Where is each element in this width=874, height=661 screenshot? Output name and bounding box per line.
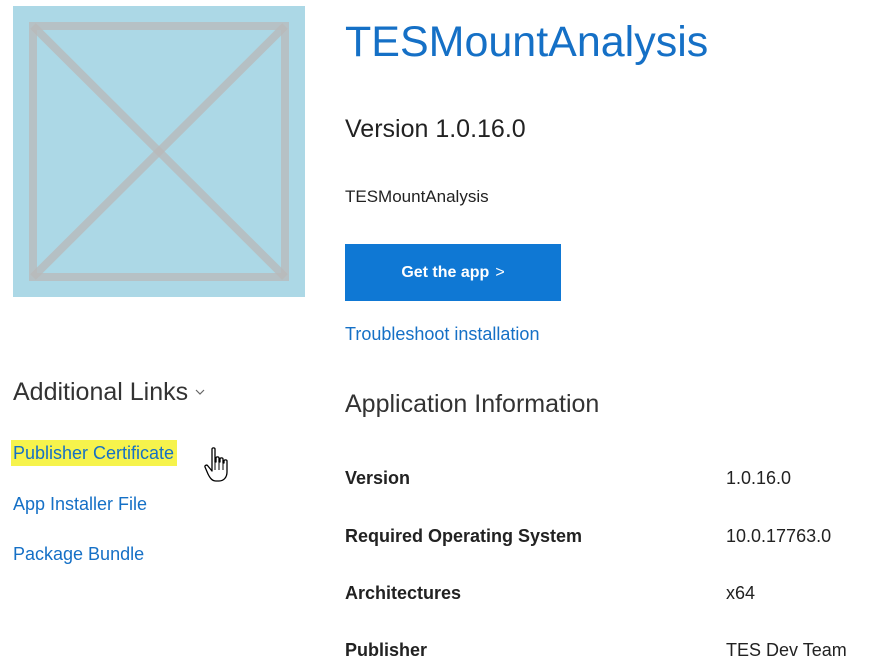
get-the-app-label: Get the app — [401, 263, 490, 281]
package-bundle-link[interactable]: Package Bundle — [13, 541, 144, 567]
info-value-required-os: 10.0.17763.0 — [726, 526, 832, 546]
publisher-certificate-link[interactable]: Publisher Certificate — [11, 440, 178, 466]
info-label-publisher: Publisher — [345, 640, 428, 660]
additional-links-label: Additional Links — [13, 378, 189, 406]
chevron-down-icon — [195, 389, 205, 395]
hand-pointer-cursor-icon — [204, 447, 228, 482]
app-logo-placeholder — [13, 6, 305, 297]
get-the-app-button[interactable]: Get the app > — [345, 244, 561, 301]
info-value-version: 1.0.16.0 — [726, 468, 792, 488]
info-value-architectures: x64 — [726, 583, 756, 603]
image-placeholder-icon — [13, 6, 305, 297]
additional-links-toggle[interactable]: Additional Links — [13, 376, 206, 408]
troubleshoot-installation-link[interactable]: Troubleshoot installation — [345, 322, 539, 346]
app-installer-file-link[interactable]: App Installer File — [13, 491, 147, 517]
info-label-architectures: Architectures — [345, 583, 462, 603]
info-label-required-os: Required Operating System — [345, 526, 583, 546]
chevron-right-icon: > — [495, 263, 505, 281]
application-information-heading: Application Information — [345, 390, 600, 418]
info-value-publisher: TES Dev Team — [726, 640, 847, 660]
info-label-version: Version — [345, 468, 411, 488]
app-version: Version 1.0.16.0 — [345, 115, 526, 143]
app-title: TESMountAnalysis — [345, 18, 709, 66]
app-install-page: TESMountAnalysis Version 1.0.16.0 TESMou… — [0, 0, 874, 661]
app-publisher-display-name: TESMountAnalysis — [345, 187, 489, 206]
